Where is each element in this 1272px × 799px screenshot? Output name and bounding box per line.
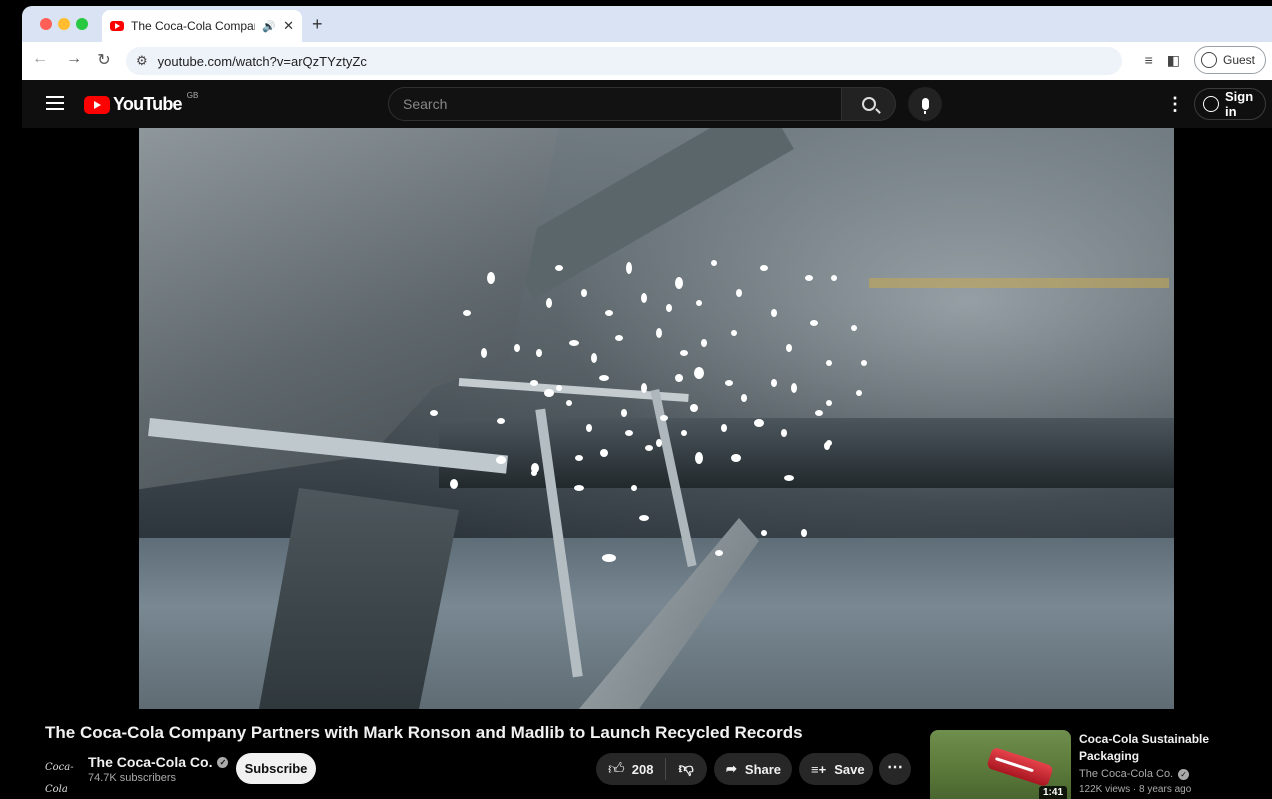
close-tab-icon[interactable]: ✕ bbox=[283, 18, 294, 34]
recommended-video-meta: 122K views · 8 years ago bbox=[1079, 784, 1192, 795]
region-code: GB bbox=[186, 91, 199, 100]
reload-icon[interactable]: ↻ bbox=[94, 50, 114, 70]
thumbs-up-icon: 👍︎ bbox=[608, 760, 625, 778]
speaker-icon[interactable]: 🔊 bbox=[262, 20, 276, 33]
video-title: The Coca-Cola Company Partners with Mark… bbox=[45, 723, 803, 742]
thumbnail-can bbox=[986, 746, 1054, 788]
video-player[interactable] bbox=[139, 128, 1174, 709]
minimize-window-button[interactable] bbox=[58, 18, 70, 30]
search-button[interactable] bbox=[842, 87, 896, 121]
profile-button[interactable]: Guest bbox=[1193, 46, 1266, 74]
profile-label: Guest bbox=[1222, 53, 1255, 67]
search-icon bbox=[861, 97, 876, 111]
add-to-playlist-icon: ≡+ bbox=[811, 761, 827, 777]
close-window-button[interactable] bbox=[40, 18, 52, 30]
youtube-play-icon bbox=[84, 95, 110, 114]
microphone-icon bbox=[921, 98, 929, 114]
back-arrow-icon[interactable]: ← bbox=[30, 50, 50, 68]
verified-check-icon: ✓ bbox=[1178, 768, 1190, 780]
youtube-logo[interactable]: YouTube GB bbox=[84, 91, 199, 115]
tab-bar: The Coca-Cola Company 🔊 ✕ + bbox=[22, 6, 1272, 42]
browser-tab[interactable]: The Coca-Cola Company 🔊 ✕ bbox=[102, 10, 302, 42]
side-panel-icon[interactable]: ◧ bbox=[1167, 52, 1180, 69]
subscriber-count: 74.7K subscribers bbox=[88, 772, 177, 784]
share-arrow-icon: ➦ bbox=[726, 761, 737, 776]
maximize-window-button[interactable] bbox=[76, 18, 88, 30]
url-text: youtube.com/watch?v=arQzTYztyZc bbox=[157, 53, 367, 69]
account-icon bbox=[1203, 96, 1219, 112]
youtube-masthead: YouTube GB Search ⋮ Sign in bbox=[22, 80, 1272, 128]
toolbar-right: ≡ ◧ Guest bbox=[1145, 46, 1266, 74]
recommended-video-title[interactable]: Coca-Cola Sustainable Packaging bbox=[1079, 731, 1249, 765]
browser-toolbar: ← → ↻ ⚙ youtube.com/watch?v=arQzTYztyZc … bbox=[22, 42, 1272, 80]
address-bar[interactable]: ⚙ youtube.com/watch?v=arQzTYztyZc bbox=[126, 47, 1122, 75]
reading-list-icon[interactable]: ≡ bbox=[1145, 52, 1153, 68]
like-button[interactable]: 👍︎ 208 bbox=[596, 758, 667, 780]
like-count: 208 bbox=[631, 761, 654, 777]
site-settings-icon[interactable]: ⚙ bbox=[136, 53, 148, 69]
sign-in-label: Sign in bbox=[1225, 89, 1254, 119]
browser-window: The Coca-Cola Company 🔊 ✕ + ← → ↻ ⚙ yout… bbox=[22, 6, 1272, 80]
sign-in-button[interactable]: Sign in bbox=[1194, 88, 1266, 120]
save-label: Save bbox=[834, 761, 865, 777]
recommended-channel-name: The Coca-Cola Co. bbox=[1079, 768, 1174, 780]
save-button[interactable]: ≡+ Save bbox=[799, 753, 873, 785]
new-tab-icon[interactable]: + bbox=[312, 14, 323, 35]
channel-name[interactable]: The Coca-Cola Co. ✓ bbox=[88, 754, 229, 770]
voice-search-button[interactable] bbox=[908, 87, 942, 121]
search-input[interactable]: Search bbox=[388, 87, 842, 121]
logo-text: YouTube bbox=[113, 94, 183, 114]
verified-check-icon: ✓ bbox=[217, 756, 229, 768]
recommended-video-thumbnail[interactable]: 1:41 bbox=[930, 730, 1071, 799]
youtube-favicon-icon bbox=[110, 21, 124, 31]
share-label: Share bbox=[744, 761, 782, 777]
more-actions-icon[interactable]: ⋯ bbox=[879, 753, 911, 785]
channel-avatar[interactable]: Coca-Cola bbox=[45, 757, 77, 795]
share-button[interactable]: ➦ Share bbox=[714, 753, 792, 785]
recommended-video-channel[interactable]: The Coca-Cola Co. ✓ bbox=[1079, 768, 1190, 780]
profile-avatar-icon bbox=[1200, 52, 1217, 68]
channel-name-text: The Coca-Cola Co. bbox=[88, 754, 213, 770]
tab-title: The Coca-Cola Company bbox=[131, 19, 256, 33]
thumbs-down-icon[interactable]: 👎︎ bbox=[666, 760, 693, 778]
video-frame-flakes bbox=[430, 260, 867, 562]
forward-arrow-icon[interactable]: → bbox=[64, 50, 84, 68]
hamburger-menu-icon[interactable] bbox=[46, 96, 64, 110]
video-duration: 1:41 bbox=[1038, 786, 1067, 799]
subscribe-button[interactable]: Subscribe bbox=[236, 753, 316, 784]
settings-kebab-icon[interactable]: ⋮ bbox=[1166, 94, 1184, 115]
like-dislike-group: 👍︎ 208 👎︎ bbox=[596, 753, 707, 785]
